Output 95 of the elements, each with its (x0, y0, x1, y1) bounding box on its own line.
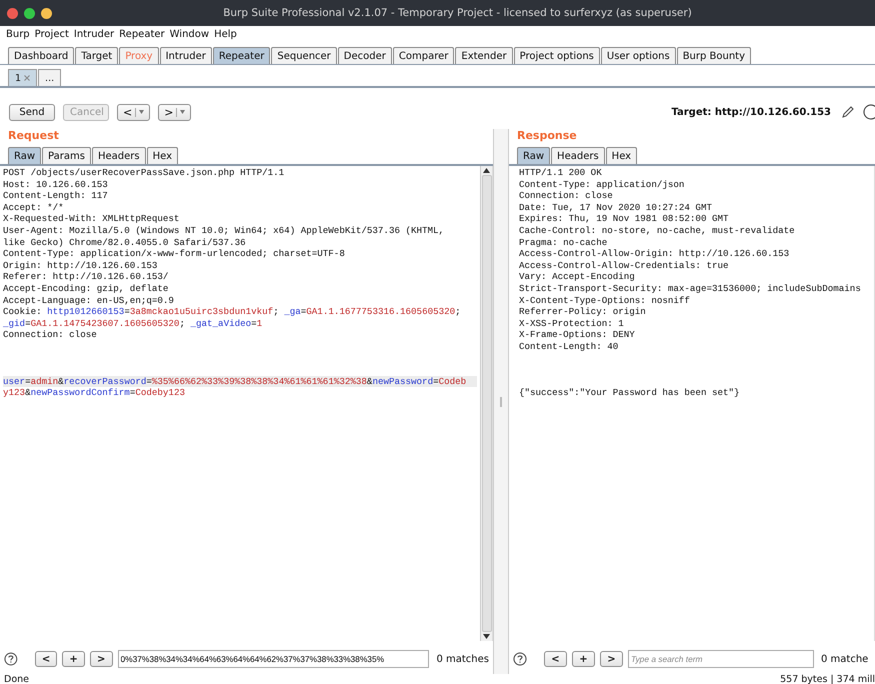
match-count: 0 matches (436, 654, 489, 664)
code-line: {"success":"Your Password has been set"} (519, 387, 741, 399)
code-line: Content-Type: application/x-www-form-urlencoded; charset=UTF-8 (3, 248, 346, 260)
history-button[interactable]: > (158, 104, 192, 120)
editor-tab[interactable]: Hex (146, 147, 178, 164)
menu-item[interactable]: Help (214, 29, 237, 42)
search-nav-button[interactable]: + (572, 651, 595, 667)
code-line: User-Agent: Mozilla/5.0 (Windows NT 10.0; Win64; x64) AppleWebKit/537.36 (KHTML, (3, 224, 446, 237)
main-tab[interactable]: Intruder (160, 47, 212, 64)
help-icon[interactable] (4, 652, 18, 666)
code-line: Date: Tue, 17 Nov 2020 10:27:24 GMT (519, 202, 713, 214)
code-line: Connection: close (519, 190, 614, 202)
scroll-down-icon[interactable] (483, 634, 490, 639)
help-icon[interactable] (513, 652, 527, 666)
editor-tab[interactable]: Headers (551, 147, 605, 164)
dropdown-icon (180, 110, 186, 114)
tab-label: ... (45, 72, 54, 84)
code-line: X-Requested-With: XMLHttpRequest (3, 213, 180, 225)
toolbar-button[interactable]: Send (9, 104, 55, 120)
code-line: X-Frame-Options: DENY (519, 329, 636, 341)
code-line: Content-Length: 40 (519, 340, 620, 352)
menu-item[interactable]: Window (170, 29, 210, 42)
code-line: Accept: */* (3, 202, 65, 214)
code-line: y123&newPasswordConfirm=Codeby123 (3, 387, 186, 399)
code-line: Vary: Accept-Encoding (519, 271, 636, 283)
code-line: Connection: close (3, 329, 98, 341)
editor-tab[interactable]: Hex (606, 147, 638, 164)
main-tab[interactable]: User options (600, 47, 676, 64)
code-line: _gid=GA1.1.1475423607.1605605320; _gat_aVideo=1 (3, 318, 264, 330)
search-nav-button[interactable]: < (34, 651, 58, 667)
menu-item[interactable]: Burp (6, 29, 30, 42)
code-line: Access-Control-Allow-Credentials: true (519, 260, 730, 272)
scroll-up-icon[interactable] (483, 168, 490, 173)
menu-item[interactable]: Repeater (119, 29, 165, 42)
main-tab[interactable]: Burp Bounty (676, 47, 752, 64)
window-title: Burp Suite Professional v2.1.07 - Temporary Project - licensed to surferxyz (as superuser) (222, 7, 692, 19)
code-line: Access-Control-Allow-Origin: http://10.126.60.153 (519, 248, 790, 260)
code-line: Referer: http://10.126.60.153/ (3, 271, 170, 283)
editor-tab[interactable]: Raw (8, 147, 42, 164)
code-line: Cache-Control: no-store, no-cache, must-revalidate (519, 224, 796, 237)
main-tab[interactable]: Sequencer (271, 47, 337, 64)
status-text: Done (4, 674, 29, 684)
code-line: Origin: http://10.126.60.153 (3, 260, 158, 272)
target-label: Target: http://10.126.60.153 (671, 106, 831, 118)
editor-tab[interactable]: Raw (517, 147, 550, 164)
request-tab[interactable]: 1 (8, 69, 38, 86)
search-nav-button[interactable]: > (600, 651, 623, 667)
help-icon[interactable] (863, 104, 875, 120)
history-arrow: > (164, 106, 174, 118)
code-line: POST /objects/userRecoverPassSave.json.php HTTP/1.1 (3, 167, 286, 179)
main-tab[interactable]: Extender (455, 47, 513, 64)
main-tab[interactable]: Comparer (392, 47, 454, 64)
status-text: 557 bytes | 374 mill (780, 674, 875, 684)
main-tab[interactable]: Project options (514, 47, 600, 64)
minimize-button[interactable] (41, 8, 52, 19)
code-line: Referrer-Policy: origin (519, 306, 647, 318)
pencil-icon[interactable] (841, 105, 855, 119)
main-tab[interactable]: Repeater (212, 47, 270, 64)
tab-label: 1 (15, 72, 22, 84)
main-tab[interactable]: Target (75, 47, 118, 64)
code-line: Host: 10.126.60.153 (3, 178, 109, 190)
pane-title: Response (516, 129, 578, 144)
close-button[interactable] (7, 8, 18, 19)
search-field[interactable]: 0%37%38%34%34%64%63%64%64%62%37%37%38%33%38%35% (118, 650, 430, 668)
editor-tab[interactable]: Headers (92, 147, 146, 164)
search-nav-button[interactable]: > (90, 651, 113, 667)
history-arrow: < (123, 106, 132, 118)
message-editor[interactable] (0, 166, 493, 641)
pane-title: Request (7, 129, 60, 144)
menu-item[interactable]: Project (34, 29, 69, 42)
search-nav-button[interactable]: + (62, 651, 85, 667)
code-line: like Gecko) Chrome/82.0.4055.0 Safari/537.36 (3, 236, 247, 248)
menu-item[interactable]: Intruder (74, 29, 114, 42)
dropdown-icon (139, 110, 144, 114)
editor-tab[interactable]: Params (42, 147, 91, 164)
code-line: Accept-Encoding: gzip, deflate (3, 282, 170, 295)
main-tab[interactable]: Decoder (338, 47, 392, 64)
vertical-scrollbar[interactable] (480, 166, 492, 641)
code-line: Strict-Transport-Security: max-age=31536000; includeSubDomains (519, 282, 862, 295)
code-line: HTTP/1.1 200 OK (519, 167, 603, 179)
search-nav-button[interactable]: < (544, 651, 567, 667)
code-line: X-Content-Type-Options: nosniff (519, 294, 691, 306)
maximize-button[interactable] (24, 8, 35, 19)
history-button[interactable]: < (117, 104, 150, 120)
code-line: Content-Type: application/json (519, 178, 686, 190)
code-line: Content-Length: 117 (3, 190, 109, 202)
code-line: Expires: Thu, 19 Nov 1981 08:52:00 GMT (519, 213, 730, 225)
code-line: Accept-Language: en-US,en;q=0.9 (3, 294, 175, 306)
request-tab[interactable]: ... (38, 69, 62, 86)
search-field[interactable]: Type a search term (628, 650, 814, 668)
main-tab[interactable]: Dashboard (8, 47, 74, 64)
code-line: Cookie: http1012660153=3a8mckao1u5uirc3sbdun1vkuf; _ga=GA1.1.1677753316.1605605320; (3, 306, 462, 318)
code-line: X-XSS-Protection: 1 (519, 318, 625, 330)
code-line: Pragma: no-cache (519, 236, 608, 248)
match-count: 0 matche (821, 654, 868, 664)
